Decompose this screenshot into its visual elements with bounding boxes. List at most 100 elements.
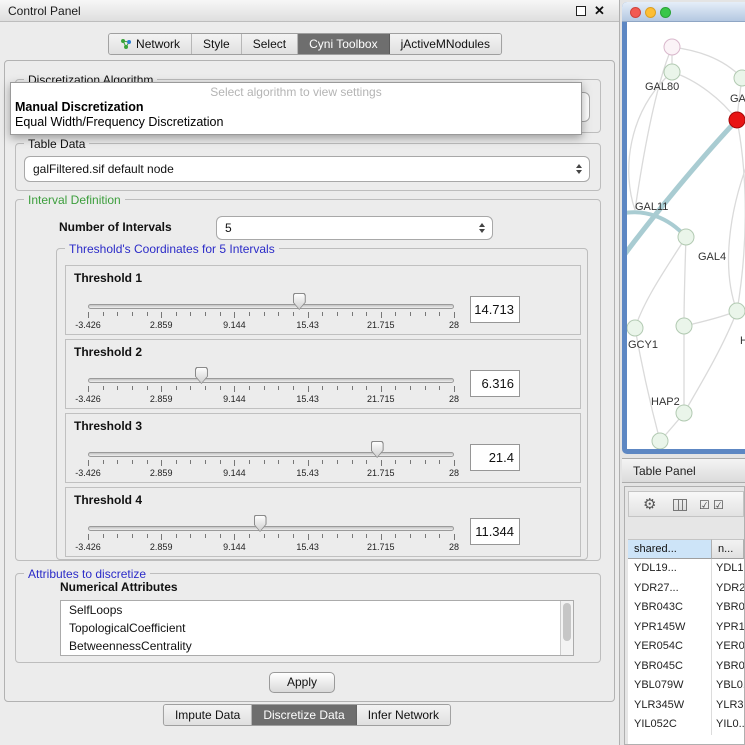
threshold-value-field[interactable]: 14.713 — [470, 296, 520, 323]
network-canvas[interactable]: GAL80GAGAL11GAL4GCY1HHAP2 — [627, 22, 745, 449]
checkbox-select-icon[interactable]: ☑ — [699, 498, 710, 512]
network-node[interactable] — [729, 112, 745, 128]
close-icon[interactable]: ✕ — [594, 3, 605, 19]
table-row[interactable]: YPR145WYPR1... — [628, 618, 744, 638]
network-edge[interactable] — [737, 120, 745, 311]
table-rows: YDL19...YDL1...YDR27...YDR2...YBR043CYBR… — [628, 559, 744, 744]
scrollbar-thumb[interactable] — [563, 603, 571, 641]
threshold-label: Threshold 3 — [74, 419, 142, 433]
threshold-slider[interactable]: -3.4262.8599.14415.4321.71528 — [88, 293, 454, 333]
network-node[interactable] — [676, 318, 692, 334]
table-cell: YBR0... — [712, 598, 744, 618]
tab-infer-network[interactable]: Infer Network — [357, 705, 450, 725]
table-row[interactable]: YBR043CYBR0... — [628, 598, 744, 618]
table-row[interactable]: YLR345WYLR3... — [628, 696, 744, 716]
tab-label: Impute Data — [175, 708, 240, 722]
tab-jactivemnodules[interactable]: jActiveMNodules — [390, 34, 501, 54]
network-node-gal4[interactable] — [678, 229, 694, 245]
threshold-panel-1: Threshold 1 -3.4262.8599.14415.4321.71528… — [65, 265, 581, 335]
network-edge[interactable] — [635, 237, 686, 328]
bottom-tab-bar: Impute Data Discretize Data Infer Network — [163, 704, 451, 726]
attributes-group-label: Attributes to discretize — [24, 567, 150, 581]
slider-track[interactable] — [88, 378, 454, 383]
threshold-label: Threshold 1 — [74, 271, 142, 285]
float-window-icon[interactable] — [576, 6, 586, 16]
table-cell: YBR045C — [628, 657, 712, 677]
network-node-gal80[interactable] — [664, 64, 680, 80]
slider-track[interactable] — [88, 526, 454, 531]
network-edge[interactable] — [684, 237, 686, 326]
threshold-slider[interactable]: -3.4262.8599.14415.4321.71528 — [88, 515, 454, 555]
tab-label: Discretize Data — [263, 708, 344, 722]
network-edge[interactable] — [672, 47, 742, 78]
threshold-panel-4: Threshold 4-3.4262.8599.14415.4321.71528… — [65, 487, 581, 557]
table-cell: YDR27... — [628, 579, 712, 599]
table-row[interactable]: YBR045CYBR0... — [628, 657, 744, 677]
columns-icon[interactable] — [673, 499, 687, 511]
tab-network[interactable]: Network — [109, 34, 192, 54]
list-item-betweennesscentrality[interactable]: BetweennessCentrality — [61, 637, 573, 655]
threshold-value-field[interactable]: 6.316 — [470, 370, 520, 397]
numerical-attributes-list[interactable]: SelfLoopsTopologicalCoefficientBetweenne… — [60, 600, 574, 656]
threshold-label: Threshold 2 — [74, 345, 142, 359]
table-row[interactable]: YDL19...YDL1... — [628, 559, 744, 579]
zoom-traffic-icon[interactable] — [660, 7, 671, 18]
slider-track[interactable] — [88, 452, 454, 457]
table-cell: YIL0... — [712, 715, 744, 735]
tab-select[interactable]: Select — [242, 34, 298, 54]
table-cell: YBR0... — [712, 657, 744, 677]
network-node-gcy1[interactable] — [627, 320, 643, 336]
threshold-value-field[interactable]: 21.4 — [470, 444, 520, 471]
slider-track[interactable] — [88, 304, 454, 309]
table-panel-window: ⚙ ☑ ☑ shared...n... YDL19...YDL1...YDR27… — [624, 486, 745, 745]
table-cell: YIL052C — [628, 715, 712, 735]
list-item-topologicalcoefficient[interactable]: TopologicalCoefficient — [61, 619, 573, 637]
table-row[interactable]: YBL079WYBL0... — [628, 676, 744, 696]
network-node[interactable] — [664, 39, 680, 55]
table-cell: YER054C — [628, 637, 712, 657]
network-node[interactable] — [729, 303, 745, 319]
network-node[interactable] — [652, 433, 668, 449]
table-cell: YER0... — [712, 637, 744, 657]
node-label-ga: GA — [730, 93, 745, 105]
column-header-1[interactable]: n... — [712, 539, 744, 559]
table-cell: YDL1... — [712, 559, 744, 579]
node-label-hap2: HAP2 — [651, 396, 680, 408]
tab-discretize-data[interactable]: Discretize Data — [252, 705, 356, 725]
checkbox-select-all-icon[interactable]: ☑ — [713, 498, 724, 512]
popup-item-manual-discretization[interactable]: Manual Discretization — [11, 100, 581, 115]
control-panel-titlebar: Control Panel ✕ — [0, 0, 619, 22]
tab-label: Style — [203, 37, 230, 51]
table-row[interactable]: YIL052CYIL0... — [628, 715, 744, 735]
network-edge[interactable] — [627, 212, 686, 237]
tab-style[interactable]: Style — [192, 34, 242, 54]
list-item-selfloops[interactable]: SelfLoops — [61, 601, 573, 619]
table-cell: YLR345W — [628, 696, 712, 716]
tab-impute-data[interactable]: Impute Data — [164, 705, 252, 725]
table-data-group: Table Data galFiltered.sif default node — [15, 143, 601, 191]
interval-definition-group: Interval Definition Number of Intervals … — [15, 199, 601, 561]
list-scrollbar[interactable] — [560, 601, 573, 655]
table-cell: YBR043C — [628, 598, 712, 618]
minimize-traffic-icon[interactable] — [645, 7, 656, 18]
gear-icon[interactable]: ⚙ — [643, 495, 656, 513]
slider-ruler — [88, 312, 454, 319]
column-header-0[interactable]: shared... — [628, 539, 712, 559]
table-row[interactable]: YDR27...YDR2... — [628, 579, 744, 599]
threshold-value-field[interactable]: 11.344 — [470, 518, 520, 545]
network-edge[interactable] — [729, 152, 745, 311]
network-node[interactable] — [734, 70, 745, 86]
apply-button[interactable]: Apply — [269, 672, 335, 693]
number-of-intervals-combobox[interactable]: 5 — [216, 216, 493, 240]
tab-cyni-toolbox[interactable]: Cyni Toolbox — [298, 34, 389, 54]
table-row[interactable]: YER054CYER0... — [628, 637, 744, 657]
window-title: Control Panel — [8, 4, 81, 18]
threshold-slider[interactable]: -3.4262.8599.14415.4321.71528 — [88, 367, 454, 407]
close-traffic-icon[interactable] — [630, 7, 641, 18]
table-header-row: shared...n... — [628, 539, 744, 559]
threshold-slider[interactable]: -3.4262.8599.14415.4321.71528 — [88, 441, 454, 481]
popup-item-equal-width-frequency-discretization[interactable]: Equal Width/Frequency Discretization — [11, 115, 581, 130]
network-edge[interactable] — [672, 72, 737, 120]
node-label-gal80: GAL80 — [645, 81, 679, 93]
table-data-combobox[interactable]: galFiltered.sif default node — [24, 156, 590, 182]
